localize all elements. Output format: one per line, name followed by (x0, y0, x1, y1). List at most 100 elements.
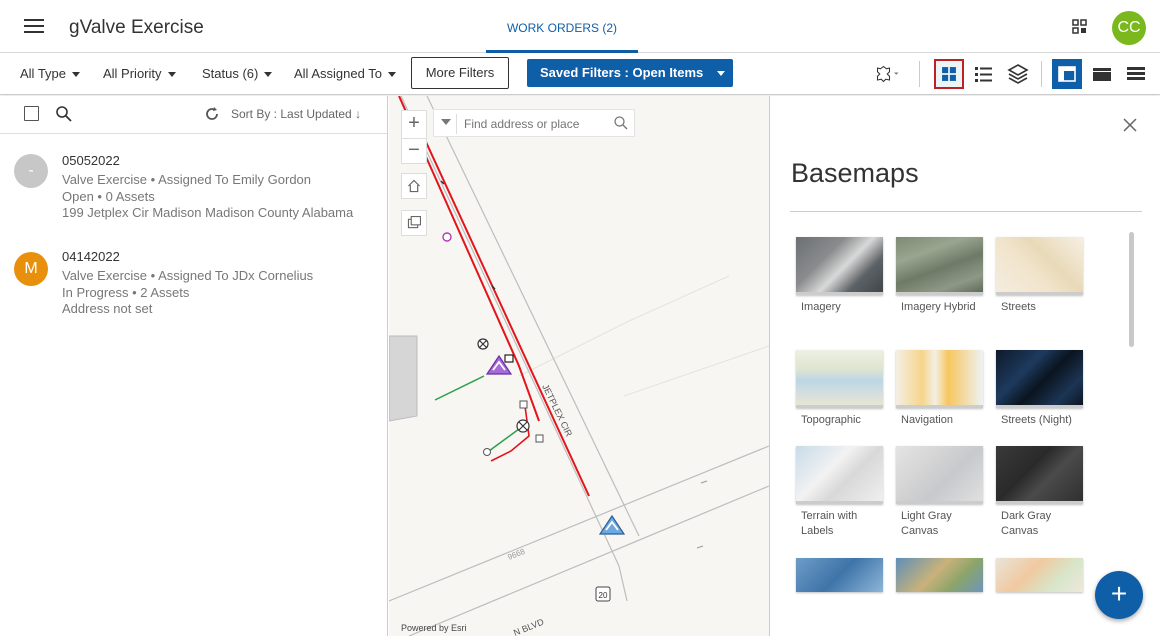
zoom-in-icon[interactable]: + (402, 111, 426, 137)
basemap-topographic[interactable]: Topographic (796, 350, 884, 428)
saved-filters-label: Saved Filters : Open Items (540, 65, 704, 80)
basemap-label: Light Gray Canvas (901, 510, 952, 537)
street-label-blvd: N BLVD (512, 616, 546, 636)
work-order-type-assignee: Valve Exercise • Assigned To Emily Gordo… (62, 172, 312, 187)
filter-priority-dropdown[interactable]: All Priority (103, 66, 176, 81)
basemap-label: Navigation (901, 414, 953, 426)
valve-icon[interactable] (477, 338, 489, 350)
parcel-number-label: 9668 (506, 547, 526, 562)
search-source-chevron-icon[interactable] (441, 119, 451, 125)
basemap-thumbnail (796, 237, 883, 295)
basemaps-scrollbar[interactable] (1129, 232, 1134, 347)
map-canvas: JETPLEX CIR 9668 N BLVD 20 (389, 96, 769, 636)
work-order-item[interactable]: M 04142022 Valve Exercise • Assigned To … (0, 242, 388, 334)
esri-attribution: Powered by Esri (401, 623, 467, 633)
work-order-address: Address not set (62, 301, 153, 316)
chevron-down-icon (167, 72, 176, 78)
basemap-thumbnail (896, 446, 983, 504)
select-all-checkbox[interactable] (24, 106, 39, 121)
chevron-down-icon (387, 72, 396, 78)
work-order-status: Open • 0 Assets (62, 189, 155, 204)
filter-bar: All Type All Priority Status (6) All Ass… (0, 53, 1160, 95)
basemap-imagery-hybrid[interactable]: Imagery Hybrid (896, 237, 984, 315)
basemap-dark-gray-canvas[interactable]: Dark Gray Canvas (996, 446, 1084, 539)
chevron-down-icon (717, 71, 726, 77)
split-layout-icon[interactable] (1052, 59, 1082, 89)
basemap-thumbnail (896, 237, 983, 295)
building-footprint (389, 335, 418, 422)
basemap-label: Streets (Night) (1001, 414, 1072, 426)
basemap-label: Imagery (801, 301, 841, 313)
add-work-order-button[interactable]: + (1095, 571, 1143, 619)
basemaps-panel: Basemaps Imagery Imagery Hybrid Streets … (769, 96, 1160, 636)
basemap-thumbnail (996, 558, 1083, 592)
hydrant-icon[interactable] (483, 448, 491, 456)
basemap-light-gray-canvas[interactable]: Light Gray Canvas (896, 446, 984, 539)
map-view[interactable]: JETPLEX CIR 9668 N BLVD 20 + − Powered b… (389, 96, 769, 636)
basemap-label: Terrain with Labels (801, 510, 858, 537)
sort-dropdown[interactable]: Sort By : Last Updated ↓ (231, 107, 361, 121)
valve-icon[interactable] (516, 419, 530, 433)
puzzle-icon[interactable] (870, 59, 900, 89)
chevron-down-icon (264, 72, 273, 78)
filter-priority-label: All Priority (103, 66, 162, 81)
basemap-navigation[interactable]: Navigation (896, 350, 984, 428)
work-order-item[interactable]: - 05052022 Valve Exercise • Assigned To … (0, 146, 388, 238)
menu-icon[interactable] (24, 19, 44, 35)
search-icon[interactable] (613, 115, 629, 131)
basemap-streets[interactable]: Streets (996, 237, 1084, 315)
lateral-pipe[interactable] (434, 375, 485, 401)
close-icon[interactable] (1123, 118, 1137, 132)
zoom-out-icon[interactable]: − (402, 138, 426, 164)
map-search-input[interactable] (464, 114, 610, 134)
basemap-terrain-with-labels[interactable]: Terrain with Labels (796, 446, 884, 539)
user-avatar[interactable]: CC (1112, 11, 1146, 45)
basemap-label: Streets (1001, 301, 1036, 313)
fitting-icon[interactable] (535, 434, 544, 443)
apps-grid-icon[interactable] (1072, 19, 1087, 34)
water-main-pipe[interactable] (413, 115, 590, 497)
basemap-thumbnail (796, 446, 883, 504)
home-icon[interactable] (401, 173, 427, 199)
filter-type-dropdown[interactable]: All Type (20, 66, 81, 81)
basemap-thumbnail (796, 350, 883, 408)
layers-icon[interactable] (1003, 59, 1033, 89)
work-order-list-panel: Sort By : Last Updated ↓ - 05052022 Valv… (0, 96, 388, 636)
title-divider (790, 211, 1142, 212)
basemap-label: Topographic (801, 414, 861, 426)
app-title: gValve Exercise (69, 17, 204, 38)
basemap-label: Imagery Hybrid (901, 301, 976, 313)
basemap-thumbnail (996, 350, 1083, 408)
work-order-id: 04142022 (62, 249, 120, 264)
filter-assigned-dropdown[interactable]: All Assigned To (294, 66, 396, 81)
search-icon[interactable] (55, 105, 73, 123)
work-order-status: In Progress • 2 Assets (62, 285, 190, 300)
work-order-id: 05052022 (62, 153, 120, 168)
basemap-oceans[interactable] (796, 558, 884, 592)
basemap-openstreetmap[interactable] (996, 558, 1084, 592)
saved-filters-button[interactable]: Saved Filters : Open Items (527, 59, 733, 87)
tab-work-orders[interactable]: WORK ORDERS (2) (486, 0, 638, 53)
basemap-thumbnail (796, 558, 883, 592)
toolbar-divider (919, 61, 920, 87)
basemap-national-geographic[interactable] (896, 558, 984, 592)
list-layout-icon[interactable] (1121, 59, 1151, 89)
basemap-imagery[interactable]: Imagery (796, 237, 884, 315)
fitting-icon[interactable] (442, 232, 452, 242)
basemap-thumbnail (996, 237, 1083, 295)
basemap-streets-night[interactable]: Streets (Night) (996, 350, 1084, 428)
map-layout-icon[interactable] (1087, 59, 1117, 89)
refresh-icon[interactable] (203, 105, 221, 123)
grid-view-icon[interactable] (934, 59, 964, 89)
more-filters-button[interactable]: More Filters (411, 57, 509, 89)
filter-type-label: All Type (20, 66, 67, 81)
work-order-address: 199 Jetplex Cir Madison Madison County A… (62, 205, 354, 220)
basemap-toggle-icon[interactable] (401, 210, 427, 236)
camera-icon (504, 354, 514, 363)
work-order-marker-icon[interactable] (598, 514, 626, 535)
fitting-icon[interactable] (519, 400, 528, 409)
list-toolbar: Sort By : Last Updated ↓ (0, 96, 387, 134)
list-view-icon[interactable] (968, 59, 998, 89)
service-pipe[interactable] (490, 405, 530, 462)
filter-status-dropdown[interactable]: Status (6) (202, 66, 273, 81)
